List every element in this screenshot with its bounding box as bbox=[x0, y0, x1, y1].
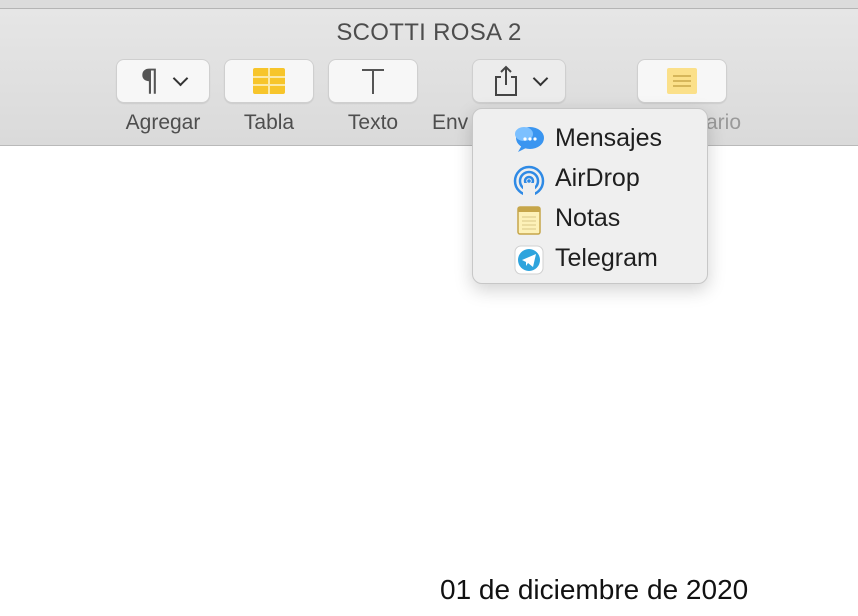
share-icon bbox=[494, 65, 517, 96]
table-button-label: Tabla bbox=[243, 111, 295, 134]
telegram-icon bbox=[514, 245, 544, 275]
notes-icon bbox=[517, 206, 541, 235]
document-date: 01 de diciembre de 2020 bbox=[440, 574, 749, 605]
chevron-down-icon bbox=[172, 70, 189, 86]
comment-button[interactable] bbox=[637, 59, 727, 103]
table-icon bbox=[253, 68, 285, 94]
add-button-label: Agregar bbox=[125, 111, 201, 134]
messages-icon bbox=[515, 127, 544, 152]
menu-item-label: AirDrop bbox=[555, 164, 640, 192]
add-button[interactable]: ¶ bbox=[116, 59, 210, 103]
window-top-edge bbox=[0, 0, 858, 9]
share-menu: Mensajes AirDrop Notas Telegram bbox=[472, 108, 708, 284]
table-button[interactable] bbox=[224, 59, 314, 103]
text-button[interactable] bbox=[328, 59, 418, 103]
note-icon bbox=[667, 68, 697, 94]
share-button[interactable] bbox=[472, 59, 566, 103]
airdrop-icon bbox=[513, 165, 545, 195]
text-icon bbox=[362, 69, 384, 94]
window-title: SCOTTI ROSA 2 bbox=[336, 19, 522, 46]
text-button-label: Texto bbox=[347, 111, 399, 134]
chevron-down-icon bbox=[532, 70, 548, 86]
menu-item-label: Mensajes bbox=[555, 124, 662, 152]
menu-item-label: Telegram bbox=[555, 244, 658, 272]
paragraph-icon: ¶ bbox=[139, 63, 160, 99]
menu-item-label: Notas bbox=[555, 204, 621, 232]
comment-button-label: ario bbox=[706, 111, 742, 134]
window-toolbar: SCOTTI ROSA 2 ¶ Agregar Tabla Texto Env bbox=[0, 9, 858, 146]
